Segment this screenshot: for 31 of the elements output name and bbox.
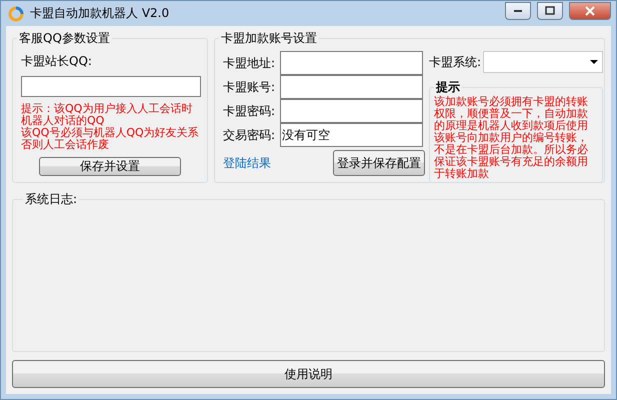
field-label: 卡盟账号:	[223, 78, 276, 96]
hint-text: 该QQ号必须与机器人QQ为好友关系否则人工会话作废	[21, 127, 199, 151]
save-settings-button[interactable]: 保存并设置	[39, 157, 181, 176]
app-icon	[8, 6, 24, 22]
login-result-link[interactable]: 登陆结果	[223, 154, 271, 172]
text-input-field[interactable]	[280, 51, 423, 75]
field-label: 交易密码:	[223, 126, 276, 144]
field-label: 卡盟站长QQ:	[21, 53, 93, 70]
field-label: 卡盟密码:	[223, 102, 276, 120]
help-button[interactable]: 使用说明	[12, 360, 605, 388]
text-input-field[interactable]	[280, 75, 423, 99]
dropdown-caret-icon	[590, 60, 598, 64]
minimize-icon	[513, 8, 523, 12]
text-input-field[interactable]	[280, 99, 423, 123]
hint-text: 提示：该QQ为用户接入人工会话时机器人对话的QQ	[21, 103, 192, 127]
group-title: 卡盟加款账号设置	[220, 30, 318, 47]
login-save-button[interactable]: 登录并保存配置	[333, 150, 425, 176]
window-title: 卡盟自动加款机器人 V2.0	[30, 5, 170, 22]
text-input-field[interactable]: 没有可空	[280, 123, 423, 147]
maximize-icon	[545, 6, 555, 15]
field-label: 卡盟系统:	[429, 54, 482, 70]
tip-text: 该加款账号必须拥有卡盟的转账权限，顺便普及一下，自动加款的原理是机器人收到款项后使用该账号向加款用户的编号转账，不是在卡盟后台加款。所以务必保证该卡盟账号有充足的余额用于转账加款	[434, 96, 589, 180]
close-icon	[585, 6, 595, 16]
maximize-button[interactable]	[537, 2, 563, 20]
group-title: 系统日志:	[24, 191, 78, 208]
close-button[interactable]	[569, 2, 611, 20]
group-title: 客服QQ参数设置	[18, 30, 111, 47]
tip-title: 提示	[434, 79, 461, 96]
qq-input-field[interactable]	[21, 76, 201, 97]
minimize-button[interactable]	[505, 2, 531, 20]
field-label: 卡盟地址:	[223, 54, 276, 72]
